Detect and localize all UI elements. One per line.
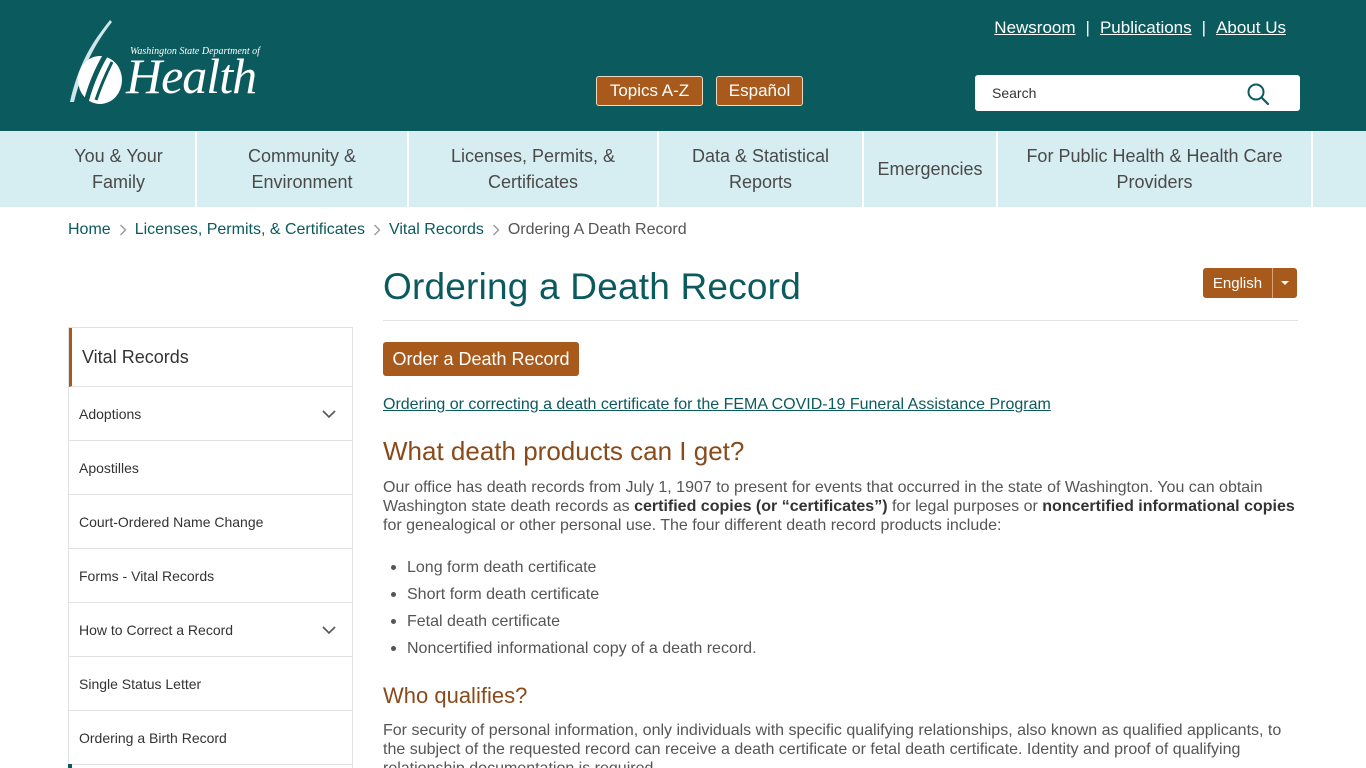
nav-item-data-statistical-reports[interactable]: Data & Statistical Reports <box>659 131 864 207</box>
death-products-list: Long form death certificate Short form d… <box>383 554 757 662</box>
fema-funeral-assistance-link[interactable]: Ordering or correcting a death certifica… <box>383 396 1051 414</box>
breadcrumb: Home Licenses, Permits, & Certificates V… <box>68 219 687 241</box>
breadcrumb-home[interactable]: Home <box>68 221 111 239</box>
sidebar-active-marker <box>68 764 72 768</box>
main-nav: You & Your Family Community & Environmen… <box>0 131 1366 207</box>
heading-who-qualifies: Who qualifies? <box>383 683 528 708</box>
sidebar-heading[interactable]: Vital Records <box>69 328 352 387</box>
nav-item-label: Licenses, Permits, & Certificates <box>450 146 616 192</box>
chevron-down-icon[interactable] <box>320 621 338 639</box>
topics-az-button[interactable]: Topics A-Z <box>596 76 703 106</box>
chevron-down-icon[interactable] <box>320 405 338 423</box>
paragraph-bold-text: certified copies (or “certificates”) <box>634 498 888 515</box>
sidebar-item-label: Single Status Letter <box>79 675 202 692</box>
sidebar-item-label: Court-Ordered Name Change <box>79 513 264 530</box>
utility-nav: Newsroom | Publications | About Us <box>994 18 1286 38</box>
page-title: Ordering a Death Record <box>383 266 801 307</box>
sidebar-nav: Vital Records Adoptions Apostilles Court… <box>68 327 353 768</box>
sidebar-item-court-ordered-name-change[interactable]: Court-Ordered Name Change <box>69 495 352 549</box>
sidebar-item-single-status-letter[interactable]: Single Status Letter <box>69 657 352 711</box>
breadcrumb-vital-records[interactable]: Vital Records <box>389 221 484 239</box>
list-item: Fetal death certificate <box>383 608 757 635</box>
list-item: Long form death certificate <box>383 554 757 581</box>
order-death-record-button[interactable]: Order a Death Record <box>383 342 579 376</box>
newsroom-link[interactable]: Newsroom <box>994 18 1075 38</box>
sidebar-item-how-to-correct-a-record[interactable]: How to Correct a Record <box>69 603 352 657</box>
paragraph-text: for legal purposes or <box>887 498 1043 515</box>
nav-item-label: Community & Environment <box>247 146 357 192</box>
breadcrumb-licenses[interactable]: Licenses, Permits, & Certificates <box>135 221 365 239</box>
list-item: Noncertified informational copy of a dea… <box>383 635 757 662</box>
site-logo[interactable]: Washington State Department of Health <box>66 18 260 106</box>
nav-item-community-environment[interactable]: Community & Environment <box>197 131 409 207</box>
search-box <box>975 75 1300 111</box>
language-button[interactable]: English <box>1203 268 1272 298</box>
search-input[interactable] <box>975 75 1235 111</box>
publications-link[interactable]: Publications <box>1100 18 1192 38</box>
list-item: Short form death certificate <box>383 581 757 608</box>
search-icon[interactable] <box>1246 82 1270 106</box>
sidebar-item-label: Apostilles <box>79 459 139 476</box>
sidebar-item-label: How to Correct a Record <box>79 621 234 638</box>
nav-item-you-your-family[interactable]: You & Your Family <box>42 131 197 207</box>
chevron-right-icon <box>484 219 508 241</box>
sidebar-item-forms-vital-records[interactable]: Forms - Vital Records <box>69 549 352 603</box>
sidebar-item-label: Adoptions <box>79 405 142 422</box>
sidebar-item-ordering-a-birth-record[interactable]: Ordering a Birth Record <box>69 711 352 765</box>
title-divider <box>383 320 1298 321</box>
sidebar-item-apostilles[interactable]: Apostilles <box>69 441 352 495</box>
utility-separator: | <box>1201 18 1207 37</box>
sidebar-item-label: Forms - Vital Records <box>79 567 215 584</box>
nav-item-public-health-providers[interactable]: For Public Health & Health Care Provider… <box>998 131 1313 207</box>
nav-item-emergencies[interactable]: Emergencies <box>864 131 998 207</box>
language-dropdown-toggle[interactable] <box>1272 268 1297 298</box>
qualifies-paragraph: For security of personal information, on… <box>383 722 1282 768</box>
logo-title: Health <box>126 48 257 104</box>
site-header: Washington State Department of Health Ne… <box>0 0 1366 131</box>
about-us-link[interactable]: About Us <box>1216 18 1286 38</box>
feather-logo-icon <box>70 20 122 104</box>
paragraph-text: for genealogical or other personal use. … <box>383 517 1002 534</box>
chevron-right-icon <box>365 219 389 241</box>
sidebar-item-adoptions[interactable]: Adoptions <box>69 387 352 441</box>
heading-death-products: What death products can I get? <box>383 436 745 466</box>
caret-down-icon <box>1281 281 1289 285</box>
nav-item-label: You & Your Family <box>74 146 163 192</box>
utility-separator: | <box>1085 18 1090 37</box>
chevron-right-icon <box>111 219 135 241</box>
nav-item-label: Emergencies <box>877 159 983 179</box>
products-intro-paragraph: Our office has death records from July 1… <box>383 478 1299 535</box>
paragraph-bold-text: noncertified informational copies <box>1042 498 1295 515</box>
language-selector: English <box>1203 268 1297 298</box>
sidebar-item-label: Ordering a Birth Record <box>79 729 227 746</box>
espanol-button[interactable]: Español <box>716 76 803 106</box>
nav-item-label: For Public Health & Health Care Provider… <box>1026 146 1283 192</box>
nav-item-label: Data & Statistical Reports <box>691 146 830 192</box>
nav-item-licenses-permits[interactable]: Licenses, Permits, & Certificates <box>409 131 659 207</box>
breadcrumb-current: Ordering A Death Record <box>507 221 687 238</box>
